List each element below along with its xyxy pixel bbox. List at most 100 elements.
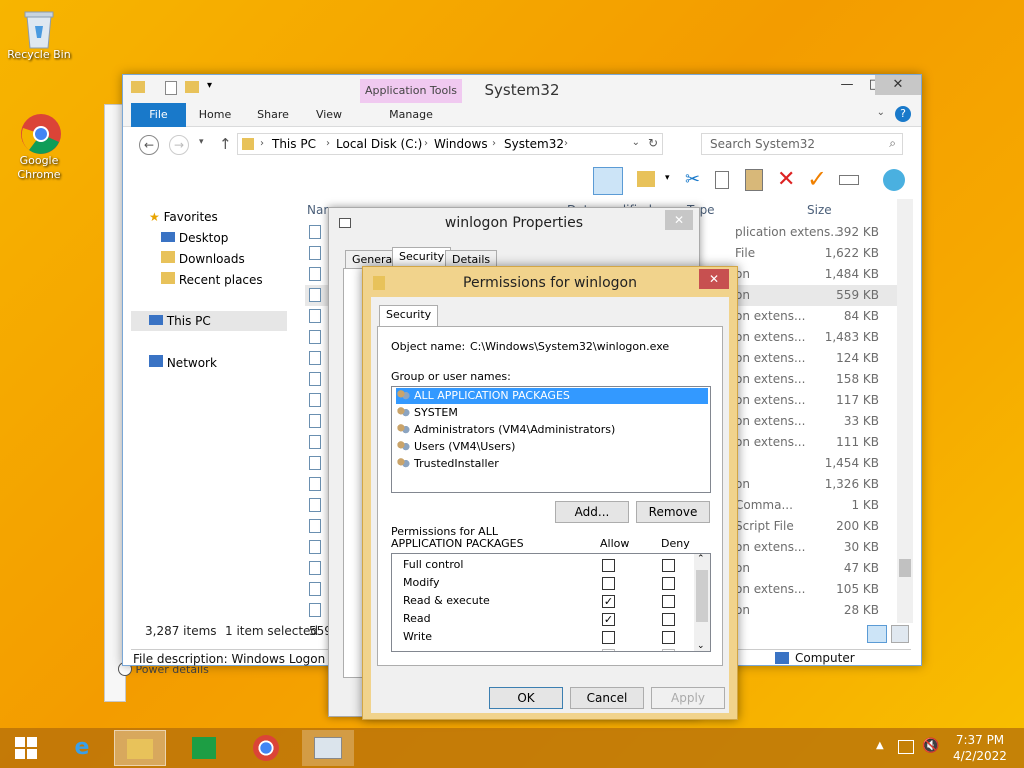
permission-deny-checkbox[interactable] bbox=[662, 613, 675, 626]
file-type: on extens... bbox=[735, 330, 806, 344]
check-icon[interactable]: ✓ bbox=[807, 165, 827, 193]
permission-allow-checkbox[interactable]: ✓ bbox=[602, 613, 615, 626]
search-input[interactable]: Search System32 ⌕ bbox=[701, 133, 903, 155]
taskbar-chrome[interactable] bbox=[240, 730, 292, 766]
permissions-scrollbar[interactable]: ⌃ ⌄ bbox=[694, 554, 710, 651]
back-icon[interactable]: ← bbox=[139, 135, 159, 155]
details-view-icon[interactable] bbox=[867, 625, 887, 643]
scroll-down-icon[interactable]: ⌄ bbox=[697, 641, 705, 651]
tab-share[interactable]: Share bbox=[251, 103, 295, 127]
vertical-scrollbar[interactable] bbox=[897, 199, 913, 623]
recent-locations-icon[interactable]: ▾ bbox=[199, 137, 204, 147]
large-icons-view-icon[interactable] bbox=[891, 625, 909, 643]
object-name-label: Object name: bbox=[391, 340, 466, 353]
user-list-item[interactable]: Administrators (VM4\Administrators) bbox=[396, 422, 708, 438]
copy-icon[interactable] bbox=[715, 171, 729, 189]
permission-allow-checkbox[interactable] bbox=[602, 559, 615, 572]
taskbar-explorer[interactable] bbox=[114, 730, 166, 766]
user-list-item[interactable]: SYSTEM bbox=[396, 405, 708, 421]
tab-manage[interactable]: Manage bbox=[360, 103, 462, 127]
file-icon bbox=[309, 540, 321, 554]
scroll-up-icon[interactable]: ⌃ bbox=[697, 554, 705, 564]
address-dropdown-icon[interactable]: ⌄ bbox=[632, 137, 640, 148]
permission-deny-checkbox[interactable] bbox=[662, 559, 675, 572]
up-icon[interactable]: ↑ bbox=[219, 135, 232, 153]
minimize-button[interactable]: — bbox=[833, 75, 861, 95]
tab-file[interactable]: File bbox=[131, 103, 186, 127]
forward-icon[interactable]: → bbox=[169, 135, 189, 155]
user-list-item[interactable]: Users (VM4\Users) bbox=[396, 439, 708, 455]
breadcrumb-system32[interactable]: System32 bbox=[504, 137, 564, 151]
permissions-close-button[interactable]: ✕ bbox=[699, 269, 729, 289]
taskbar-ie[interactable]: e bbox=[56, 730, 108, 766]
breadcrumb-localdisk[interactable]: Local Disk (C:) bbox=[336, 137, 422, 151]
permission-allow-checkbox[interactable] bbox=[602, 631, 615, 644]
dropdown-icon[interactable]: ▾ bbox=[665, 173, 670, 183]
permission-allow-checkbox[interactable]: ✓ bbox=[602, 595, 615, 608]
file-size: 1,484 KB bbox=[824, 267, 879, 281]
address-bar[interactable]: › This PC › Local Disk (C:) › Windows › … bbox=[237, 133, 663, 155]
cut-icon[interactable]: ✂ bbox=[685, 169, 700, 190]
user-list-item[interactable]: ALL APPLICATION PACKAGES bbox=[396, 388, 708, 404]
permissions-scroll-thumb[interactable] bbox=[696, 570, 708, 622]
delete-icon[interactable]: ✕ bbox=[777, 167, 795, 192]
file-type: on extens... bbox=[735, 309, 806, 323]
breadcrumb-thispc[interactable]: This PC bbox=[272, 137, 316, 151]
search-placeholder: Search System32 bbox=[710, 137, 816, 151]
remove-button[interactable]: Remove bbox=[636, 501, 710, 523]
volume-muted-icon[interactable]: 🔇 bbox=[922, 738, 939, 754]
nav-recent[interactable]: Recent places bbox=[161, 270, 263, 290]
nav-network[interactable]: Network bbox=[149, 353, 217, 373]
add-button[interactable]: Add... bbox=[555, 501, 629, 523]
user-list[interactable]: ALL APPLICATION PACKAGES SYSTEM Administra… bbox=[391, 386, 711, 493]
apply-button[interactable]: Apply bbox=[651, 687, 725, 709]
scroll-thumb[interactable] bbox=[899, 559, 911, 577]
taskbar-store[interactable] bbox=[178, 730, 230, 766]
preview-pane-icon[interactable] bbox=[593, 167, 623, 195]
toolbar: ▾ ✂ ✕ ✓ bbox=[563, 165, 923, 199]
nav-desktop[interactable]: Desktop bbox=[161, 228, 228, 248]
move-to-icon[interactable] bbox=[637, 171, 655, 187]
ok-button[interactable]: OK bbox=[489, 687, 563, 709]
tab-view[interactable]: View bbox=[309, 103, 349, 127]
permission-deny-checkbox[interactable] bbox=[662, 631, 675, 644]
navigation-bar: ← → ▾ ↑ › This PC › Local Disk (C:) › Wi… bbox=[123, 127, 921, 161]
ribbon-expand-icon[interactable]: ⌄ bbox=[877, 107, 885, 118]
start-button[interactable] bbox=[0, 730, 52, 766]
permission-deny-checkbox[interactable] bbox=[662, 595, 675, 608]
paste-icon[interactable] bbox=[745, 169, 763, 191]
user-list-item[interactable]: TrustedInstaller bbox=[396, 456, 708, 472]
permission-deny-checkbox[interactable] bbox=[662, 649, 675, 651]
network-tray-icon[interactable] bbox=[898, 740, 914, 754]
tab-home[interactable]: Home bbox=[193, 103, 237, 127]
rename-icon[interactable] bbox=[839, 175, 859, 185]
help-icon[interactable]: ? bbox=[895, 106, 911, 122]
permission-name: Read bbox=[403, 612, 431, 625]
tab-security-perm[interactable]: Security bbox=[379, 305, 439, 327]
recycle-bin-desktop-icon[interactable]: Recycle Bin bbox=[3, 6, 75, 61]
nav-thispc[interactable]: This PC bbox=[131, 311, 287, 331]
permissions-list: Full control Modify Read & execute ✓ Read ✓ Wr… bbox=[391, 553, 711, 652]
file-size: 158 KB bbox=[836, 372, 879, 386]
close-button[interactable]: ✕ bbox=[875, 75, 921, 95]
file-description: File description: Windows Logon App bbox=[133, 652, 353, 666]
clock[interactable]: 7:37 PM 4/2/2022 bbox=[948, 732, 1012, 764]
permission-deny-checkbox[interactable] bbox=[662, 577, 675, 590]
cancel-button[interactable]: Cancel bbox=[570, 687, 644, 709]
refresh-icon[interactable]: ↻ bbox=[648, 136, 658, 150]
user-name: Users (VM4\Users) bbox=[414, 440, 516, 453]
show-hidden-icons[interactable]: ▲ bbox=[876, 740, 884, 751]
column-header-size[interactable]: Size bbox=[807, 203, 832, 217]
deny-column-header: Deny bbox=[661, 537, 690, 550]
properties-close-button[interactable]: ✕ bbox=[665, 210, 693, 230]
permission-allow-checkbox[interactable] bbox=[602, 649, 615, 651]
breadcrumb-windows[interactable]: Windows bbox=[434, 137, 488, 151]
nav-downloads-label: Downloads bbox=[178, 252, 245, 266]
nav-downloads[interactable]: Downloads bbox=[161, 249, 245, 269]
nav-favorites[interactable]: ★ Favorites bbox=[149, 207, 218, 227]
file-icon bbox=[309, 582, 321, 596]
taskbar-app[interactable] bbox=[302, 730, 354, 766]
permission-allow-checkbox[interactable] bbox=[602, 577, 615, 590]
globe-icon[interactable] bbox=[883, 169, 905, 191]
chrome-desktop-icon[interactable]: Google Chrome bbox=[3, 112, 75, 182]
